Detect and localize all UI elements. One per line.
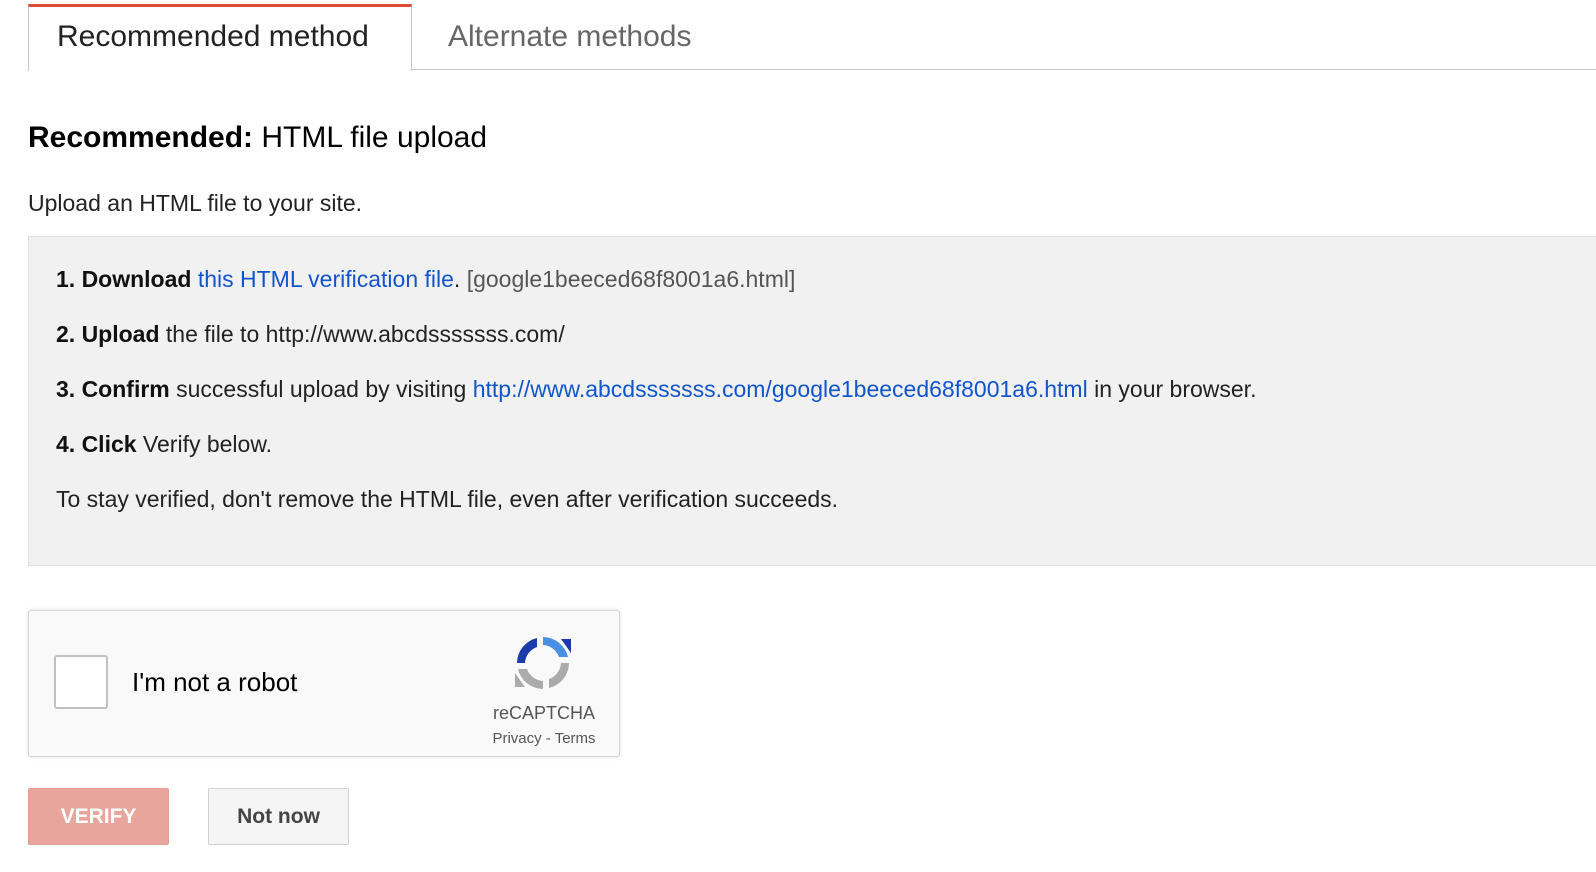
section-heading: Recommended: HTML file upload xyxy=(28,120,487,156)
method-tabs: Recommended method Alternate methods xyxy=(28,4,1596,71)
step-click: 4. Click Verify below. xyxy=(56,429,272,459)
verification-filename: [google1beeced68f8001a6.html] xyxy=(466,266,796,292)
step-upload: 2. Upload the file to http://www.abcdsss… xyxy=(56,319,565,349)
not-now-button[interactable]: Not now xyxy=(208,788,349,845)
step-download-sep: . xyxy=(453,266,467,292)
tab-recommended-method[interactable]: Recommended method xyxy=(28,4,412,71)
recaptcha-links: Privacy - Terms xyxy=(459,730,629,748)
tab-alternate-methods[interactable]: Alternate methods xyxy=(412,4,752,70)
step-download: 1. Download this HTML verification file.… xyxy=(56,264,795,294)
recaptcha-checkbox[interactable] xyxy=(54,655,108,709)
recaptcha-widget: I'm not a robot reCAPTCHA Privacy - Term… xyxy=(28,610,620,757)
step-click-text: Verify below. xyxy=(136,431,273,457)
step-confirm-text-before: successful upload by visiting xyxy=(169,376,473,402)
stay-verified-note: To stay verified, don't remove the HTML … xyxy=(56,486,839,512)
verification-file-download-link[interactable]: this HTML verification file xyxy=(198,266,454,292)
recaptcha-logo-icon xyxy=(515,637,571,689)
verify-button[interactable]: VERIFY xyxy=(28,788,169,845)
verification-file-url-link[interactable]: http://www.abcdsssssss.com/google1beeced… xyxy=(473,376,1088,402)
recaptcha-terms-link[interactable]: Terms xyxy=(555,730,596,747)
recaptcha-links-separator: - xyxy=(541,730,555,747)
heading-bold-label: Recommended: xyxy=(28,121,254,154)
step-upload-label: 2. Upload xyxy=(56,321,160,347)
step-confirm-label: 3. Confirm xyxy=(56,376,170,402)
recaptcha-privacy-link[interactable]: Privacy xyxy=(492,730,541,747)
recaptcha-label: I'm not a robot xyxy=(132,667,298,697)
step-confirm-text-after: in your browser. xyxy=(1087,376,1257,402)
step-upload-text: the file to http://www.abcdsssssss.com/ xyxy=(159,321,565,347)
step-confirm: 3. Confirm successful upload by visiting… xyxy=(56,374,1256,404)
heading-title: HTML file upload xyxy=(253,121,488,154)
step-download-label: 1. Download xyxy=(56,266,192,292)
instructions-box: 1. Download this HTML verification file.… xyxy=(28,236,1596,566)
step-click-label: 4. Click xyxy=(56,431,137,457)
recaptcha-brand: reCAPTCHA xyxy=(492,703,595,723)
section-description: Upload an HTML file to your site. xyxy=(28,190,363,216)
